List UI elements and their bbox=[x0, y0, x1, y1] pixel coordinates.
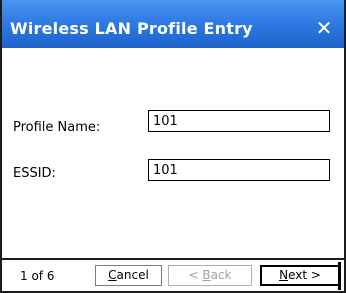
back-accelerator: B bbox=[202, 268, 211, 282]
page-indicator: 1 of 6 bbox=[20, 269, 55, 283]
back-button[interactable]: < Back bbox=[168, 265, 252, 286]
wireless-lan-profile-dialog: Wireless LAN Profile Entry ✕ Profile Nam… bbox=[0, 0, 346, 293]
next-accelerator: N bbox=[279, 268, 289, 282]
back-label-prefix: < bbox=[188, 268, 203, 282]
essid-input[interactable] bbox=[148, 159, 330, 181]
essid-label: ESSID: bbox=[13, 166, 56, 181]
back-label-rest: ack bbox=[210, 268, 232, 282]
profile-name-input[interactable] bbox=[148, 110, 330, 132]
window-title: Wireless LAN Profile Entry bbox=[10, 19, 253, 38]
wizard-navigation-bar: 1 of 6 Cancel < Back Next > bbox=[2, 260, 344, 291]
next-button[interactable]: Next > bbox=[260, 265, 340, 286]
form-area: Profile Name: ESSID: bbox=[2, 48, 344, 258]
cancel-button[interactable]: Cancel bbox=[95, 265, 162, 286]
title-bar: Wireless LAN Profile Entry ✕ bbox=[2, 0, 344, 48]
profile-name-label: Profile Name: bbox=[13, 120, 101, 135]
close-icon[interactable]: ✕ bbox=[312, 16, 336, 40]
cancel-accelerator: C bbox=[108, 268, 117, 282]
next-label-rest: ext > bbox=[288, 268, 321, 282]
cancel-label-rest: ancel bbox=[116, 268, 149, 282]
scroll-edge-marker bbox=[338, 262, 341, 290]
